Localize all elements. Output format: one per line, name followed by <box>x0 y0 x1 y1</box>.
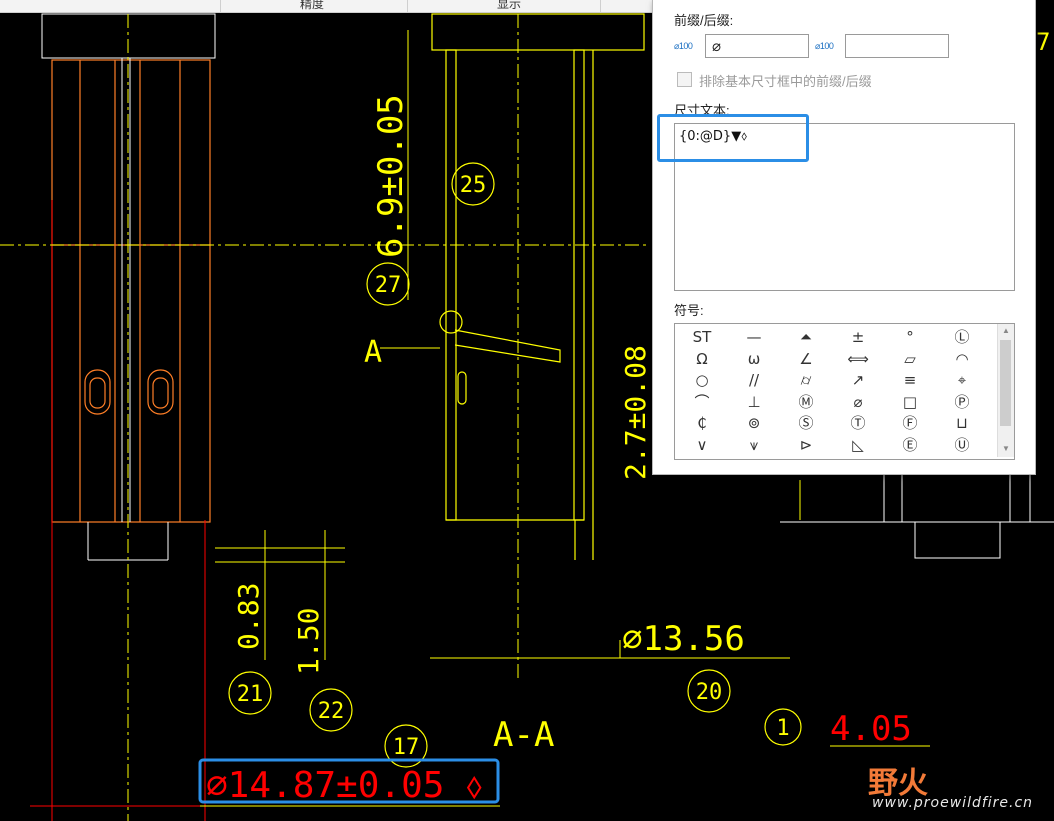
dimension-text-highlight <box>657 114 809 162</box>
dim-6-9-tol: 6.9±0.05 <box>371 94 411 258</box>
svg-text:17: 17 <box>393 735 420 760</box>
header-separator <box>600 0 601 12</box>
symbol-cell[interactable]: □ <box>895 392 925 412</box>
symbol-cell[interactable]: Ω <box>687 349 717 369</box>
symbol-cell[interactable]: ⌒ <box>687 392 717 412</box>
symbol-cell[interactable]: ω <box>739 349 769 369</box>
symbol-cell[interactable]: ⌭ <box>791 370 821 390</box>
table-header-strip: 精度 显示 <box>0 0 652 13</box>
partial-digit: 7 <box>1036 28 1050 56</box>
symbol-cell[interactable]: Ⓕ <box>895 413 925 433</box>
scroll-thumb[interactable] <box>1000 340 1011 426</box>
symbol-cell[interactable]: ⌀ <box>843 392 873 412</box>
suffix-input[interactable] <box>845 34 949 58</box>
symbol-cell[interactable]: ◺ <box>843 435 873 455</box>
symbol-cell[interactable]: ST <box>687 327 717 347</box>
svg-text:22: 22 <box>318 699 345 724</box>
dim-1-50: 1.50 <box>292 608 325 675</box>
prefix-diameter-icon: ⌀100 <box>674 41 693 51</box>
header-display[interactable]: 显示 <box>497 0 521 12</box>
svg-text:25: 25 <box>460 173 487 198</box>
symbol-cell[interactable]: ⌖ <box>947 370 977 390</box>
symbol-cell[interactable]: ⏶ <box>791 327 821 347</box>
symbol-cell[interactable]: Ⓛ <box>947 327 977 347</box>
symbol-cell[interactable]: ▱ <box>895 349 925 369</box>
symbol-cell[interactable]: ⩛ <box>739 435 769 455</box>
prefix-input[interactable]: ⌀ <box>705 34 809 58</box>
suffix-diameter-icon: ⌀100 <box>815 41 834 51</box>
dim-4-05: 4.05 <box>830 709 912 749</box>
symbol-cell[interactable]: ∨ <box>687 435 717 455</box>
symbol-cell[interactable]: // <box>739 370 769 390</box>
symbol-cell[interactable]: ≡ <box>895 370 925 390</box>
middle-part-outline <box>431 13 645 560</box>
watermark-url: www.proewildfire.cn <box>872 795 1034 811</box>
symbol-cell[interactable]: ○ <box>687 370 717 390</box>
symbol-cell[interactable]: Ⓜ <box>791 392 821 412</box>
symbol-cell[interactable]: ⊥ <box>739 392 769 412</box>
selected-dimension-text[interactable]: ⌀14.87±0.05 ⬨ <box>206 765 482 806</box>
symbol-palette: ▲ ▼ ST — ⏶ ± ° Ⓛ Ωω ∠ ⟺ ▱ ◠ ○ // ⌭ ↗ ≡ ⌖ ⌒ ⊥ Ⓜ ⌀ □ Ⓟ ₵ ⊚ Ⓢ Ⓣ Ⓕ ⊔ ∨ ⩛ ⊳ ◺… <box>674 323 1015 460</box>
symbol-cell[interactable]: — <box>739 327 769 347</box>
exclude-prefix-checkbox[interactable] <box>677 72 692 87</box>
scroll-up-arrow-icon[interactable]: ▲ <box>998 324 1014 338</box>
dim-2-7-tol: 2.7±0.08 <box>619 345 652 480</box>
dim-diam-13-56: ⌀13.56 <box>622 619 745 659</box>
symbol-cell[interactable]: ∠ <box>791 349 821 369</box>
symbols-label: 符号: <box>674 303 704 318</box>
exclude-prefix-label: 排除基本尺寸框中的前缀/后缀 <box>699 74 872 89</box>
left-part-outline <box>51 59 211 523</box>
leader-label-a: A <box>364 335 382 370</box>
dim-0-83: 0.83 <box>232 583 265 650</box>
svg-text:1: 1 <box>776 716 789 741</box>
symbol-cell[interactable]: ↗ <box>843 370 873 390</box>
symbol-cell[interactable]: ⊔ <box>947 413 977 433</box>
symbol-cell[interactable]: ⊚ <box>739 413 769 433</box>
symbol-cell[interactable]: Ⓢ <box>791 413 821 433</box>
scroll-down-arrow-icon[interactable]: ▼ <box>998 442 1014 456</box>
symbol-cell[interactable]: ◠ <box>947 349 977 369</box>
symbol-cell[interactable]: Ⓟ <box>947 392 977 412</box>
section-label: A-A <box>493 715 554 755</box>
symbol-cell[interactable]: ⊳ <box>791 435 821 455</box>
right-part-outline <box>780 473 1054 559</box>
red-construction-lines <box>30 200 206 821</box>
symbol-scrollbar[interactable]: ▲ ▼ <box>997 324 1014 457</box>
symbol-cell[interactable]: Ⓔ <box>895 435 925 455</box>
symbol-cell[interactable]: ⟺ <box>843 349 873 369</box>
svg-text:21: 21 <box>237 682 264 707</box>
header-precision[interactable]: 精度 <box>300 0 324 12</box>
svg-text:27: 27 <box>375 273 402 298</box>
symbol-cell[interactable]: Ⓤ <box>947 435 977 455</box>
symbol-cell[interactable]: ° <box>895 327 925 347</box>
header-separator <box>220 0 221 12</box>
prefix-suffix-label: 前缀/后缀: <box>674 13 734 28</box>
symbol-cell[interactable]: ₵ <box>687 413 717 433</box>
dimension-text-panel: 前缀/后缀: ⌀100 ⌀ ⌀100 排除基本尺寸框中的前缀/后缀 尺寸文本: … <box>652 0 1036 475</box>
symbol-cell[interactable]: ± <box>843 327 873 347</box>
svg-text:20: 20 <box>696 680 723 705</box>
symbol-cell[interactable]: Ⓣ <box>843 413 873 433</box>
header-separator <box>407 0 408 12</box>
